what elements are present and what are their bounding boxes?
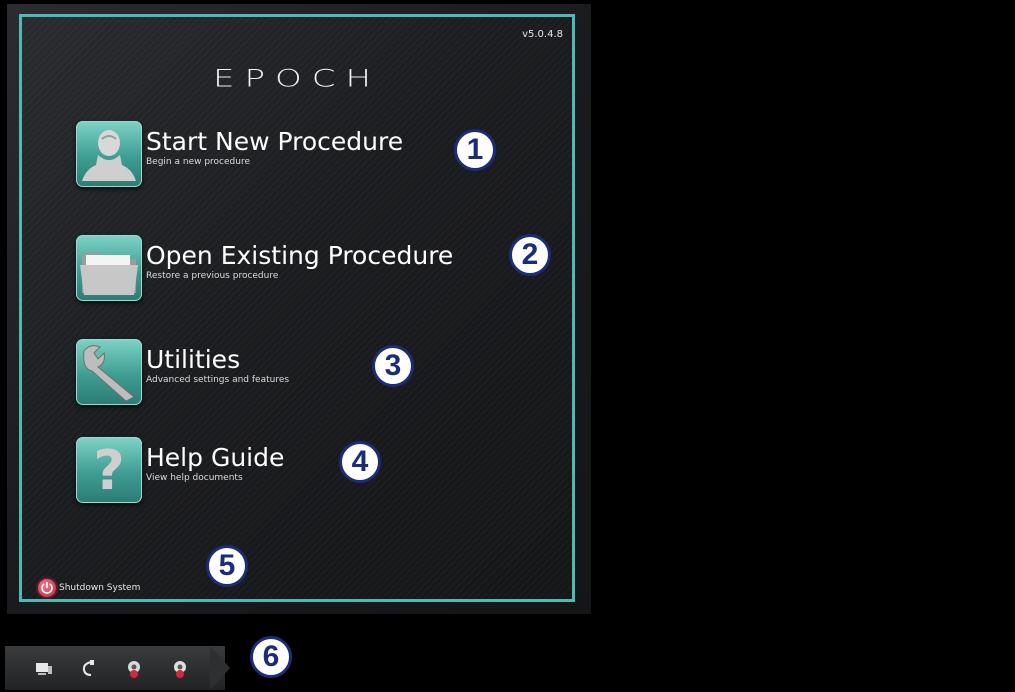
power-icon xyxy=(38,579,56,597)
main-panel: v5.0.4.8 EPOCH Start New Procedure Begin… xyxy=(7,4,591,614)
menu-item-title: Utilities xyxy=(146,345,241,374)
menu-item-subtitle: Advanced settings and features xyxy=(146,375,290,385)
callout-badge-1: 1 xyxy=(454,129,496,171)
shutdown-system-button[interactable]: Shutdown System xyxy=(38,579,140,597)
callout-badge-5: 5 xyxy=(206,545,248,587)
wrench-icon xyxy=(76,339,142,405)
gear-white-icon[interactable] xyxy=(169,658,191,680)
epoch-logo: EPOCH xyxy=(212,65,382,93)
taskbar-expand-arrow[interactable] xyxy=(210,646,230,690)
taskbar xyxy=(5,646,225,690)
folder-icon xyxy=(76,235,142,301)
menu-item-subtitle: View help documents xyxy=(146,473,243,483)
menu-item-subtitle: Restore a previous procedure xyxy=(146,271,279,281)
menu-item-title: Open Existing Procedure xyxy=(146,241,454,270)
menu-item-title: Help Guide xyxy=(146,443,285,472)
svg-text:?: ? xyxy=(93,439,124,502)
panel-frame: v5.0.4.8 EPOCH Start New Procedure Begin… xyxy=(19,14,575,602)
callout-badge-3: 3 xyxy=(372,345,414,387)
menu-item-subtitle: Begin a new procedure xyxy=(146,157,250,167)
start-new-procedure-button[interactable]: Start New Procedure Begin a new procedur… xyxy=(76,121,403,187)
shutdown-label: Shutdown System xyxy=(59,583,141,593)
question-mark-icon: ? xyxy=(76,437,142,503)
callout-badge-2: 2 xyxy=(509,234,551,276)
help-guide-button[interactable]: ? Help Guide View help documents xyxy=(76,437,284,503)
open-existing-procedure-button[interactable]: Open Existing Procedure Restore a previo… xyxy=(76,235,453,301)
utilities-button[interactable]: Utilities Advanced settings and features xyxy=(76,339,289,405)
monitor-icon[interactable] xyxy=(33,658,55,680)
callout-badge-6: 6 xyxy=(250,636,292,678)
callout-badge-4: 4 xyxy=(339,441,381,483)
version-label: v5.0.4.8 xyxy=(522,29,563,40)
cable-icon[interactable] xyxy=(77,658,99,680)
gear-red-icon[interactable] xyxy=(123,658,145,680)
person-bust-icon xyxy=(76,121,142,187)
menu-item-title: Start New Procedure xyxy=(146,127,404,156)
